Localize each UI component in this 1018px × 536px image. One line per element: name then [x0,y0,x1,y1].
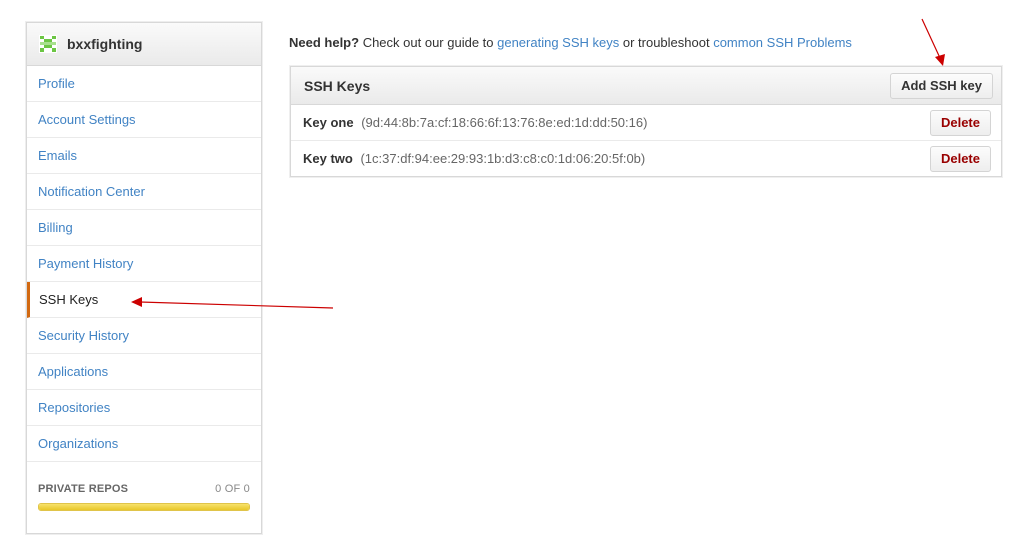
sidebar-item-label: Organizations [38,436,119,451]
sidebar-item-account-settings[interactable]: Account Settings [27,102,261,138]
sidebar-item-profile[interactable]: Profile [27,66,261,102]
ssh-key-row: Key two (1c:37:df:94:ee:29:93:1b:d3:c8:c… [291,141,1001,176]
delete-key-button[interactable]: Delete [929,145,991,172]
sidebar-item-label: Payment History [38,256,134,271]
ssh-keys-header: SSH Keys Add SSH key [291,67,1001,105]
settings-sidebar: bxxfighting Profile Account Settings Ema… [26,22,262,534]
sidebar-item-repositories[interactable]: Repositories [27,390,261,426]
common-ssh-problems-link[interactable]: common SSH Problems [713,35,852,50]
avatar [39,35,57,53]
ssh-key-name: Key two [303,151,353,166]
sidebar-item-notification-center[interactable]: Notification Center [27,174,261,210]
ssh-key-fingerprint: (1c:37:df:94:ee:29:93:1b:d3:c8:c0:1d:06:… [360,151,646,166]
help-text: Need help? Check out our guide to genera… [289,35,852,50]
sidebar-item-label: Emails [38,148,78,163]
help-prefix: Need help? [289,35,360,50]
sidebar-item-applications[interactable]: Applications [27,354,261,390]
help-text-2: or troubleshoot [619,35,714,50]
ssh-keys-title: SSH Keys [304,77,371,94]
sidebar-item-label: Notification Center [38,184,145,199]
private-repos-progress-fill [39,504,249,510]
ssh-keys-panel: SSH Keys Add SSH key Key one (9d:44:8b:7… [290,66,1002,177]
sidebar-item-label: SSH Keys [39,292,99,307]
ssh-key-name: Key one [303,115,354,130]
sidebar-item-payment-history[interactable]: Payment History [27,246,261,282]
sidebar-item-label: Repositories [38,400,111,415]
private-repos-label: PRIVATE REPOS [38,483,129,495]
sidebar-header: bxxfighting [27,23,261,66]
generating-ssh-keys-link[interactable]: generating SSH keys [497,35,619,50]
sidebar-item-label: Billing [38,220,73,235]
delete-key-button[interactable]: Delete [929,109,991,136]
add-ssh-key-button[interactable]: Add SSH key [890,72,993,99]
private-repos-count: 0 OF 0 [215,483,250,495]
username[interactable]: bxxfighting [67,36,142,52]
ssh-key-fingerprint: (9d:44:8b:7a:cf:18:66:6f:13:76:8e:ed:1d:… [361,115,648,130]
sidebar-item-label: Security History [38,328,130,343]
private-repos-usage: PRIVATE REPOS 0 OF 0 [27,461,261,511]
ssh-key-row: Key one (9d:44:8b:7a:cf:18:66:6f:13:76:8… [291,105,1001,141]
sidebar-item-label: Applications [38,364,109,379]
annotation-arrow-add-key [921,18,945,66]
sidebar-item-organizations[interactable]: Organizations [27,426,261,462]
sidebar-item-emails[interactable]: Emails [27,138,261,174]
sidebar-item-label: Account Settings [38,112,136,127]
sidebar-item-ssh-keys[interactable]: SSH Keys [27,282,261,318]
sidebar-item-label: Profile [38,76,75,91]
sidebar-item-billing[interactable]: Billing [27,210,261,246]
help-text-1: Check out our guide to [359,35,498,50]
settings-menu: Profile Account Settings Emails Notifica… [27,66,261,462]
sidebar-item-security-history[interactable]: Security History [27,318,261,354]
private-repos-progress-bar [38,503,250,511]
